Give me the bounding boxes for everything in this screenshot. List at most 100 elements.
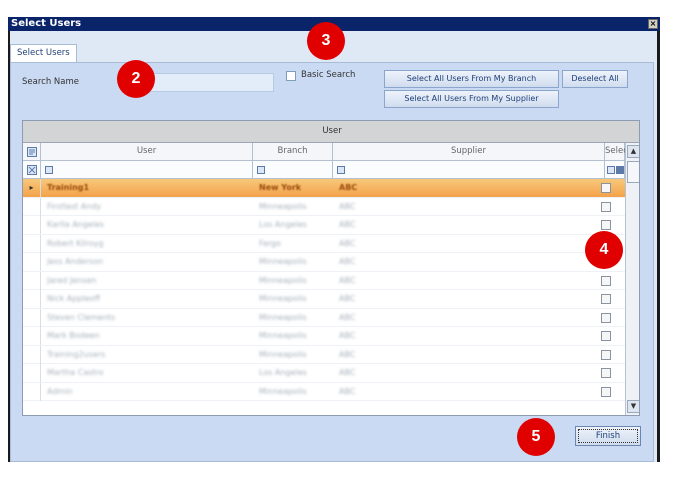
search-name-label: Search Name bbox=[22, 77, 79, 87]
row-indicator[interactable] bbox=[23, 216, 41, 234]
table-row[interactable]: Robert Kilroyg Fargo ABC bbox=[23, 234, 625, 253]
cell-user: Martha Castro bbox=[47, 368, 104, 377]
row-select-checkbox[interactable] bbox=[601, 386, 611, 397]
row-select-checkbox[interactable] bbox=[601, 312, 611, 323]
row-select-checkbox[interactable] bbox=[601, 331, 611, 341]
cell-branch: Minneapolis bbox=[259, 257, 307, 266]
cell-branch: Minneapolis bbox=[259, 275, 307, 285]
cell-user: Jared Jensen bbox=[47, 275, 97, 285]
table-row[interactable]: Steven Clements Minneapolis ABC bbox=[23, 308, 625, 327]
table-row[interactable]: Nick Appleoff Minneapolis ABC bbox=[23, 290, 625, 309]
filter-cell-branch[interactable] bbox=[253, 161, 333, 179]
finish-button[interactable]: Finish bbox=[575, 426, 641, 446]
table-row[interactable]: Karlla Angeles Los Angeles ABC bbox=[23, 216, 625, 235]
cell-supplier: ABC bbox=[339, 294, 356, 303]
cell-supplier: ABC bbox=[339, 275, 356, 285]
column-header-user[interactable]: User bbox=[41, 143, 253, 161]
callout-3: 3 bbox=[307, 22, 345, 60]
cell-branch: Minneapolis bbox=[259, 349, 307, 359]
filter-icon[interactable] bbox=[257, 166, 265, 174]
filter-clear-icon[interactable] bbox=[23, 161, 41, 179]
filter-icon[interactable] bbox=[45, 166, 53, 174]
filter-cell-select[interactable] bbox=[605, 161, 625, 179]
row-indicator[interactable] bbox=[23, 253, 41, 271]
cell-supplier: ABC bbox=[339, 201, 356, 211]
cell-supplier: ABC bbox=[339, 238, 356, 248]
cell-branch: Fargo bbox=[259, 238, 281, 248]
cell-branch: Los Angeles bbox=[259, 368, 307, 377]
users-grid: User User Branch Supplier Select ▸ Traini… bbox=[22, 120, 640, 416]
column-chooser-icon[interactable] bbox=[23, 143, 41, 161]
row-indicator[interactable] bbox=[23, 290, 41, 308]
filter-icon[interactable] bbox=[607, 166, 615, 174]
basic-search-checkbox[interactable] bbox=[286, 71, 296, 81]
row-indicator[interactable] bbox=[23, 382, 41, 401]
cell-branch: Minneapolis bbox=[259, 312, 307, 322]
row-select-checkbox[interactable] bbox=[601, 201, 611, 212]
window-title: Select Users bbox=[11, 18, 82, 29]
cell-supplier: ABC bbox=[339, 386, 356, 396]
cell-branch: Minneapolis bbox=[259, 386, 307, 396]
row-indicator[interactable]: ▸ bbox=[23, 179, 41, 197]
cell-supplier: ABC bbox=[339, 257, 356, 266]
select-all-branch-button[interactable]: Select All Users From My Branch bbox=[384, 70, 559, 88]
cell-user: Training1 bbox=[47, 183, 90, 192]
table-row[interactable]: Martha Castro Los Angeles ABC bbox=[23, 364, 625, 383]
row-indicator[interactable] bbox=[23, 364, 41, 382]
row-indicator[interactable] bbox=[23, 345, 41, 364]
search-name-input[interactable] bbox=[150, 73, 274, 92]
row-indicator[interactable] bbox=[23, 271, 41, 290]
callout-4: 4 bbox=[585, 231, 623, 269]
filter-cell-user[interactable] bbox=[41, 161, 253, 179]
scroll-thumb[interactable] bbox=[627, 161, 639, 183]
vertical-scrollbar[interactable]: ▲ ▼ bbox=[625, 143, 639, 415]
row-select-checkbox[interactable] bbox=[601, 220, 611, 230]
grid-rows: ▸ Training1 New York ABC Firstlast Andy Minne… bbox=[23, 179, 625, 401]
row-select-checkbox[interactable] bbox=[601, 183, 611, 193]
scroll-down-icon[interactable]: ▼ bbox=[627, 400, 639, 413]
cell-branch: Minneapolis bbox=[259, 294, 307, 303]
row-indicator[interactable] bbox=[23, 308, 41, 327]
select-all-toggle-icon[interactable] bbox=[616, 166, 624, 174]
cell-branch: Minneapolis bbox=[259, 331, 307, 340]
scroll-up-icon[interactable]: ▲ bbox=[627, 145, 639, 158]
table-row[interactable]: Jess Anderson Minneapolis ABC bbox=[23, 253, 625, 272]
filter-cell-supplier[interactable] bbox=[333, 161, 605, 179]
row-select-checkbox[interactable] bbox=[601, 294, 611, 304]
table-row[interactable]: Admin Minneapolis ABC bbox=[23, 382, 625, 401]
row-indicator[interactable] bbox=[23, 197, 41, 216]
table-row[interactable]: Training2users Minneapolis ABC bbox=[23, 345, 625, 364]
cell-supplier: ABC bbox=[339, 183, 358, 192]
select-all-supplier-button[interactable]: Select All Users From My Supplier bbox=[384, 90, 559, 108]
column-header-select[interactable]: Select bbox=[605, 143, 631, 161]
tab-select-users[interactable]: Select Users bbox=[10, 44, 77, 62]
row-select-checkbox[interactable] bbox=[601, 368, 611, 378]
close-icon[interactable]: × bbox=[648, 19, 658, 29]
column-header-supplier[interactable]: Supplier bbox=[333, 143, 605, 161]
cell-branch: Los Angeles bbox=[259, 220, 307, 229]
row-indicator[interactable] bbox=[23, 327, 41, 345]
cell-user: Karlla Angeles bbox=[47, 220, 105, 229]
row-select-checkbox[interactable] bbox=[601, 349, 611, 360]
deselect-all-button[interactable]: Deselect All bbox=[562, 70, 628, 88]
cell-supplier: ABC bbox=[339, 220, 356, 229]
cell-branch: New York bbox=[259, 183, 302, 192]
cell-user: Mark Bodeen bbox=[47, 331, 100, 340]
cell-user: Admin bbox=[47, 386, 73, 396]
row-select-checkbox[interactable] bbox=[601, 275, 611, 286]
cell-user: Jess Anderson bbox=[47, 257, 104, 266]
table-row[interactable]: Mark Bodeen Minneapolis ABC bbox=[23, 327, 625, 346]
row-indicator[interactable] bbox=[23, 234, 41, 253]
cell-supplier: ABC bbox=[339, 368, 356, 377]
table-row[interactable]: ▸ Training1 New York ABC bbox=[23, 179, 625, 198]
table-row[interactable]: Firstlast Andy Minneapolis ABC bbox=[23, 197, 625, 216]
cell-user: Firstlast Andy bbox=[47, 201, 102, 211]
cell-supplier: ABC bbox=[339, 331, 356, 340]
cell-user: Training2users bbox=[47, 349, 106, 359]
filter-icon[interactable] bbox=[337, 166, 345, 174]
column-header-branch[interactable]: Branch bbox=[253, 143, 333, 161]
cell-user: Steven Clements bbox=[47, 312, 116, 322]
cell-supplier: ABC bbox=[339, 312, 356, 322]
cell-user: Robert Kilroyg bbox=[47, 238, 104, 248]
table-row[interactable]: Jared Jensen Minneapolis ABC bbox=[23, 271, 625, 290]
